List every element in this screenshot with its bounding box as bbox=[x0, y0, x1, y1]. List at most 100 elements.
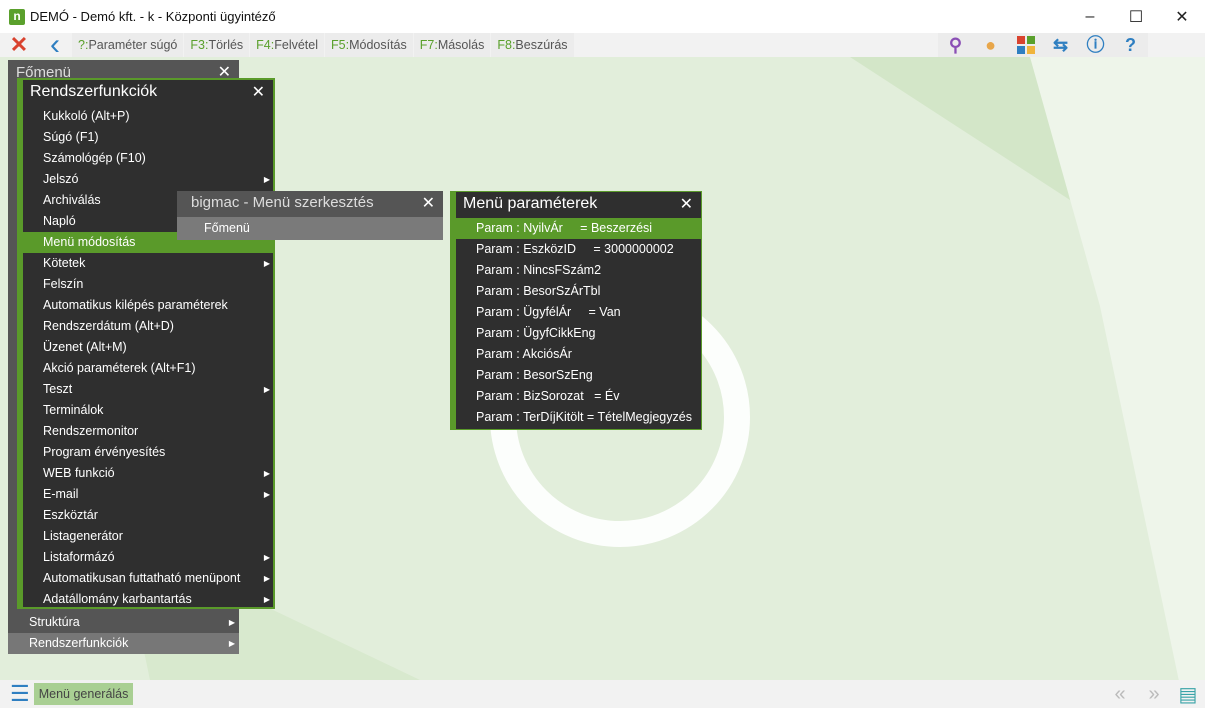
toolbar-button[interactable]: F5:Módosítás bbox=[325, 33, 413, 57]
shortcut-key: F4: bbox=[256, 38, 275, 52]
info-icon[interactable]: ⓘ bbox=[1078, 33, 1113, 57]
swap-icon[interactable]: ⇆ bbox=[1043, 33, 1078, 57]
item-label: Eszköztár bbox=[43, 508, 98, 522]
chevron-right-icon: ▶ bbox=[263, 595, 270, 604]
button-label: Törlés bbox=[208, 38, 244, 52]
item-label: Listagenerátor bbox=[43, 529, 123, 543]
menu-item[interactable]: Eszköztár bbox=[23, 505, 273, 526]
param-item[interactable]: Param : AkciósÁr bbox=[456, 344, 701, 365]
item-label: E-mail bbox=[43, 487, 79, 501]
item-label: Felszín bbox=[43, 277, 84, 291]
item-label: Archiválás bbox=[43, 193, 101, 207]
menu-item[interactable]: Automatikusan futtatható menüpont ▶ bbox=[23, 568, 273, 589]
param-item[interactable]: Param : ÜgyfélÁr = Van bbox=[456, 302, 701, 323]
fomenu-item-rendszerfunkciok[interactable]: Rendszerfunkciók ▶ bbox=[8, 633, 239, 654]
param-item[interactable]: Param : ÜgyfCikkEng bbox=[456, 323, 701, 344]
user-icon[interactable]: ● bbox=[973, 33, 1008, 57]
item-label: Adatállomány karbantartás bbox=[43, 592, 192, 606]
item-label: Jelszó bbox=[43, 172, 79, 186]
item-label: Automatikusan futtatható menüpont bbox=[43, 571, 241, 585]
menu-item[interactable]: Terminálok bbox=[23, 400, 273, 421]
menu-item[interactable]: Akció paraméterek (Alt+F1) bbox=[23, 358, 273, 379]
menu-item[interactable]: E-mail ▶ bbox=[23, 484, 273, 505]
menu-item[interactable]: Rendszerdátum (Alt+D) bbox=[23, 316, 273, 337]
item-label: Akció paraméterek (Alt+F1) bbox=[43, 361, 196, 375]
menu-item[interactable]: Listagenerátor bbox=[23, 526, 273, 547]
menu-params-close-icon[interactable]: ✕ bbox=[680, 194, 693, 214]
menu-params-panel: Menü paraméterek ✕ Param : NyilvÁr = Bes… bbox=[450, 191, 702, 430]
next-icon[interactable]: » bbox=[1137, 683, 1171, 706]
item-label: Kötetek bbox=[43, 256, 86, 270]
help-icon[interactable]: ? bbox=[1113, 33, 1148, 57]
document-list-icon[interactable]: ▤ bbox=[1171, 682, 1205, 707]
menu-item[interactable]: WEB funkció ▶ bbox=[23, 463, 273, 484]
param-item[interactable]: Param : BizSorozat = Év bbox=[456, 386, 701, 407]
hamburger-menu-icon[interactable]: ☰ bbox=[10, 681, 30, 707]
param-item[interactable]: Param : NincsFSzám2 bbox=[456, 260, 701, 281]
maximize-button[interactable]: ☐ bbox=[1113, 0, 1159, 33]
item-label: Program érvényesítés bbox=[43, 445, 166, 459]
minimize-button[interactable]: – bbox=[1067, 0, 1113, 33]
button-label: Felvétel bbox=[274, 38, 319, 52]
param-item[interactable]: Param : EszközID = 3000000002 bbox=[456, 239, 701, 260]
menu-item[interactable]: Automatikus kilépés paraméterek bbox=[23, 295, 273, 316]
close-window-button[interactable]: ✕ bbox=[1159, 0, 1205, 33]
button-label: Paraméter súgó bbox=[88, 38, 178, 52]
menu-edit-title: bigmac - Menü szerkesztés bbox=[177, 191, 443, 217]
rendszerfunkciok-title: Rendszerfunkciók bbox=[30, 83, 158, 100]
menu-edit-close-icon[interactable]: ✕ bbox=[422, 193, 435, 213]
menu-item[interactable]: Program érvényesítés bbox=[23, 442, 273, 463]
button-label: Beszúrás bbox=[515, 38, 568, 52]
param-item[interactable]: Param : BesorSzEng bbox=[456, 365, 701, 386]
menu-item[interactable]: Kötetek ▶ bbox=[23, 253, 273, 274]
item-label: Üzenet (Alt+M) bbox=[43, 340, 127, 354]
toolbar-button[interactable]: F4:Felvétel bbox=[250, 33, 325, 57]
apps-icon[interactable] bbox=[1008, 33, 1043, 57]
shortcut-key: ?: bbox=[78, 38, 89, 52]
toolbar-button[interactable]: ?:Paraméter súgó bbox=[72, 33, 184, 57]
chevron-right-icon: ▶ bbox=[263, 385, 270, 394]
param-item[interactable]: Param : TerDíjKitölt = TételMegjegyzés bbox=[456, 407, 701, 428]
menu-item[interactable]: Felszín bbox=[23, 274, 273, 295]
fomenu-item-struktura[interactable]: Struktúra ▶ bbox=[8, 612, 239, 633]
toolbar-button[interactable]: F7:Másolás bbox=[413, 33, 491, 57]
menu-item[interactable]: Kukkoló (Alt+P) bbox=[23, 106, 273, 127]
toolbar-button[interactable]: F3:Törlés bbox=[184, 33, 250, 57]
item-label: WEB funkció bbox=[43, 466, 115, 480]
chevron-right-icon: ▶ bbox=[263, 259, 270, 268]
shortcut-key: F7: bbox=[419, 38, 438, 52]
toolbar-button[interactable]: F8:Beszúrás bbox=[491, 33, 574, 57]
shortcut-key: F8: bbox=[497, 38, 516, 52]
window-title: DEMÓ - Demó kft. - k - Központi ügyintéz… bbox=[30, 9, 276, 24]
previous-icon[interactable]: « bbox=[1103, 683, 1137, 706]
menu-item[interactable]: Teszt ▶ bbox=[23, 379, 273, 400]
item-label: Súgó (F1) bbox=[43, 130, 99, 144]
back-icon[interactable]: ‹ bbox=[38, 30, 72, 60]
button-label: Másolás bbox=[437, 38, 485, 52]
menu-edit-item-fomenu[interactable]: Főmenü bbox=[177, 217, 443, 239]
menu-generate-button[interactable]: Menü generálás bbox=[33, 683, 134, 705]
menu-item[interactable]: Rendszermonitor bbox=[23, 421, 273, 442]
close-icon[interactable]: ✕ bbox=[0, 32, 38, 58]
menu-item[interactable]: Adatállomány karbantartás ▶ bbox=[23, 589, 273, 610]
button-label: Módosítás bbox=[349, 38, 407, 52]
item-label: Kukkoló (Alt+P) bbox=[43, 109, 130, 123]
menu-item[interactable]: Súgó (F1) bbox=[23, 127, 273, 148]
menu-item[interactable]: Üzenet (Alt+M) bbox=[23, 337, 273, 358]
item-label: Rendszermonitor bbox=[43, 424, 139, 438]
menu-item[interactable]: Jelszó ▶ bbox=[23, 169, 273, 190]
workspace: Főmenü ✕ Struktúra ▶ Rendszerfunkciók ▶ Re… bbox=[0, 57, 1205, 680]
item-label: Rendszerfunkciók bbox=[29, 636, 129, 650]
rendszerfunkciok-close-icon[interactable]: ✕ bbox=[252, 82, 265, 102]
app-logo-icon: n bbox=[9, 8, 25, 25]
search-icon[interactable]: ⚲ bbox=[938, 33, 973, 57]
title-bar: n DEMÓ - Demó kft. - k - Központi ügyint… bbox=[0, 0, 1205, 33]
menu-item[interactable]: Számológép (F10) bbox=[23, 148, 273, 169]
param-item[interactable]: Param : BesorSzÁrTbl bbox=[456, 281, 701, 302]
param-item[interactable]: Param : NyilvÁr = Beszerzési bbox=[456, 218, 701, 239]
chevron-right-icon: ▶ bbox=[228, 618, 235, 627]
chevron-right-icon: ▶ bbox=[263, 574, 270, 583]
chevron-right-icon: ▶ bbox=[228, 639, 235, 648]
item-label: Terminálok bbox=[43, 403, 104, 417]
menu-item[interactable]: Listaformázó ▶ bbox=[23, 547, 273, 568]
